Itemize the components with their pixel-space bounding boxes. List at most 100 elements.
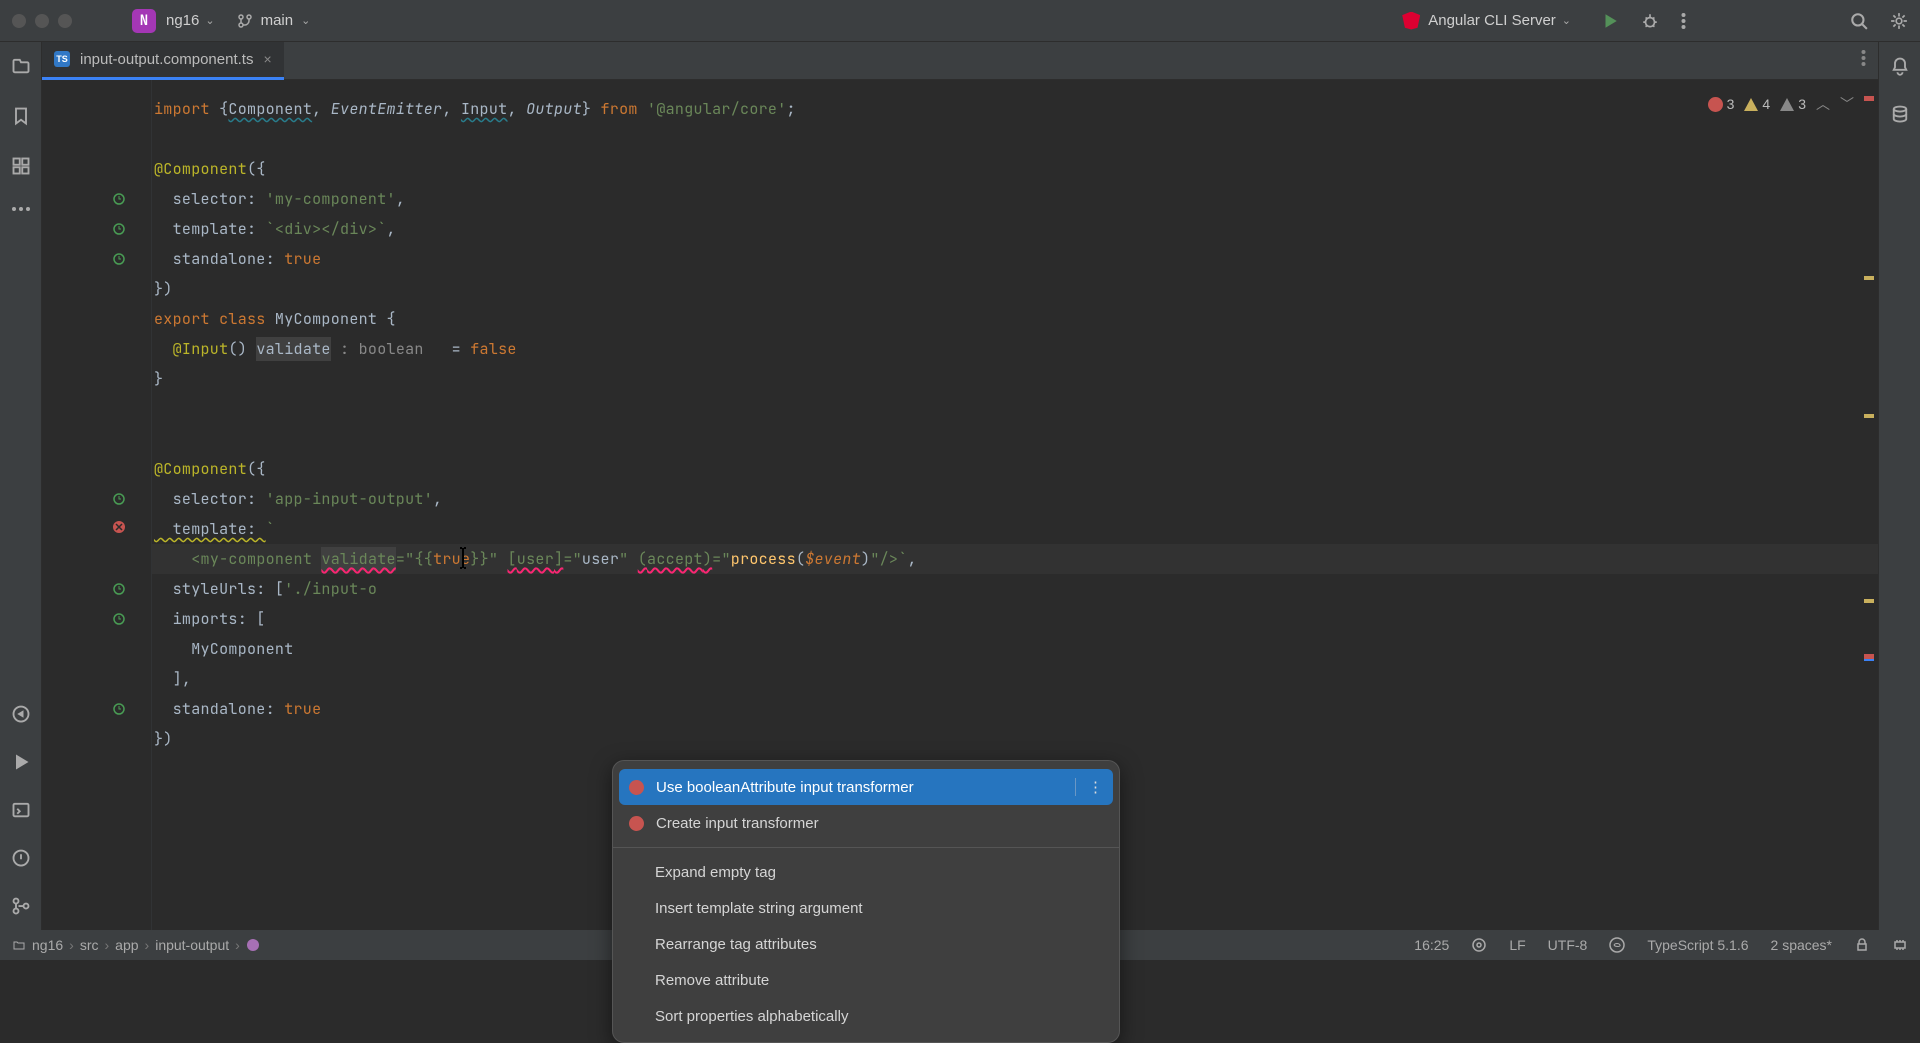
- status-indent[interactable]: 2 spaces*: [1771, 937, 1832, 953]
- branch-selector[interactable]: main ⌄: [237, 12, 311, 29]
- run-config-selector[interactable]: Angular CLI Server ⌄: [1402, 12, 1571, 30]
- chevron-right-icon: ›: [69, 937, 74, 953]
- inferred-type: : boolean: [331, 339, 443, 359]
- error-stripe[interactable]: [1862, 94, 1876, 916]
- run-tool-icon[interactable]: [11, 752, 31, 772]
- menu-item-label: Sort properties alphabetically: [655, 1008, 848, 1025]
- left-tool-rail: [0, 42, 42, 930]
- more-icon[interactable]: [1681, 12, 1686, 30]
- notifications-icon[interactable]: [1890, 56, 1910, 76]
- code-decorator: @Input: [154, 339, 228, 359]
- menu-item-label: Use booleanAttribute input transformer: [656, 779, 914, 796]
- project-selector[interactable]: ng16 ⌄: [166, 12, 215, 29]
- error-bulb-icon: [629, 816, 644, 831]
- weak-warning-icon: [1780, 98, 1794, 111]
- close-window[interactable]: [12, 14, 26, 28]
- problems-tool-icon[interactable]: [11, 848, 31, 868]
- menu-item-label: Rearrange tag attributes: [655, 936, 817, 953]
- usages-icon[interactable]: [112, 252, 126, 266]
- chevron-down-icon: ⌄: [205, 14, 214, 27]
- prev-highlight-icon[interactable]: ︿: [1816, 94, 1830, 114]
- code-attr: validate: [321, 547, 395, 571]
- close-tab-icon[interactable]: ×: [263, 51, 271, 67]
- run-icon[interactable]: [1601, 12, 1619, 30]
- intention-action-item[interactable]: Use booleanAttribute input transformer ⋮: [619, 769, 1113, 805]
- memory-icon[interactable]: [1892, 937, 1908, 953]
- chevron-down-icon: ⌄: [301, 14, 310, 27]
- usages-icon[interactable]: [112, 192, 126, 206]
- code-keyword: import: [154, 99, 210, 119]
- chevron-right-icon: ›: [105, 937, 110, 953]
- warning-icon: [1744, 98, 1758, 111]
- search-icon[interactable]: [1850, 12, 1868, 30]
- submenu-icon[interactable]: ⋮: [1075, 778, 1103, 796]
- menu-item-label: Remove attribute: [655, 972, 769, 989]
- window-controls[interactable]: [12, 14, 72, 28]
- error-icon: [1708, 97, 1723, 112]
- maximize-window[interactable]: [58, 14, 72, 28]
- code-class: MyComponent: [275, 309, 387, 329]
- code-identifier: Input: [461, 99, 508, 119]
- weak-count: 3: [1798, 96, 1806, 112]
- code-string: '@angular/core': [647, 99, 787, 119]
- usages-icon[interactable]: [112, 492, 126, 506]
- status-time: 16:25: [1414, 937, 1449, 953]
- status-line-ending[interactable]: LF: [1509, 937, 1525, 953]
- readonly-icon[interactable]: [1854, 937, 1870, 953]
- error-gutter-icon[interactable]: [112, 519, 126, 539]
- menu-item-label: Create input transformer: [656, 815, 819, 832]
- run-config-name: Angular CLI Server: [1428, 12, 1556, 29]
- intention-action-item[interactable]: Remove attribute: [613, 962, 1119, 998]
- intention-action-item[interactable]: Expand empty tag: [613, 854, 1119, 890]
- project-icon: N: [132, 9, 156, 33]
- breadcrumb-item[interactable]: src: [80, 937, 99, 953]
- status-encoding[interactable]: UTF-8: [1548, 937, 1588, 953]
- code-decorator: @Component: [154, 159, 247, 179]
- usages-icon[interactable]: [112, 612, 126, 626]
- breadcrumb-symbol[interactable]: [246, 938, 260, 952]
- database-tool-icon[interactable]: [1890, 104, 1910, 124]
- editor[interactable]: import {Component, EventEmitter, Input, …: [42, 80, 1878, 930]
- code-decorator: @Component: [154, 459, 247, 479]
- usages-icon[interactable]: [112, 222, 126, 236]
- project-tool-icon[interactable]: [11, 56, 31, 76]
- more-tools-icon[interactable]: [11, 206, 31, 212]
- intention-action-item[interactable]: Rearrange tag attributes: [613, 926, 1119, 962]
- breadcrumb-item[interactable]: ng16: [12, 937, 63, 953]
- vcs-tool-icon[interactable]: [11, 896, 31, 916]
- angular-icon: [1402, 12, 1420, 30]
- code-identifier: Output: [526, 99, 582, 119]
- usages-icon[interactable]: [112, 582, 126, 596]
- right-tool-rail: [1878, 42, 1920, 930]
- terminal-tool-icon[interactable]: [11, 800, 31, 820]
- menu-item-label: Insert template string argument: [655, 900, 863, 917]
- minimize-window[interactable]: [35, 14, 49, 28]
- breadcrumb-item[interactable]: app: [115, 937, 138, 953]
- branch-icon: [237, 13, 253, 29]
- intention-action-item[interactable]: Sort properties alphabetically: [613, 998, 1119, 1034]
- bookmarks-tool-icon[interactable]: [11, 106, 31, 126]
- breadcrumb-item[interactable]: input-output: [155, 937, 229, 953]
- status-language[interactable]: TypeScript 5.1.6: [1647, 937, 1748, 953]
- services-tool-icon[interactable]: [11, 704, 31, 724]
- inspection-widget[interactable]: 3 4 3 ︿ ﹀: [1708, 94, 1854, 114]
- highlight-icon[interactable]: [1471, 937, 1487, 953]
- settings-icon[interactable]: [1890, 12, 1908, 30]
- method-icon: [246, 938, 260, 952]
- tab-more-icon[interactable]: [1861, 49, 1866, 67]
- debug-icon[interactable]: [1641, 12, 1659, 30]
- structure-tool-icon[interactable]: [11, 156, 31, 176]
- code-area[interactable]: import {Component, EventEmitter, Input, …: [152, 80, 1878, 930]
- folder-icon: [12, 938, 26, 952]
- usages-icon[interactable]: [112, 702, 126, 716]
- chevron-right-icon: ›: [235, 937, 240, 953]
- ts-service-icon[interactable]: [1609, 937, 1625, 953]
- menu-separator: [613, 847, 1119, 848]
- intention-action-item[interactable]: Create input transformer: [613, 805, 1119, 841]
- warning-count: 4: [1762, 96, 1770, 112]
- intention-action-item[interactable]: Insert template string argument: [613, 890, 1119, 926]
- tab-filename: input-output.component.ts: [80, 51, 253, 68]
- code-identifier: Component: [228, 99, 312, 119]
- editor-tab[interactable]: TS input-output.component.ts ×: [42, 42, 284, 80]
- next-highlight-icon[interactable]: ﹀: [1840, 94, 1854, 114]
